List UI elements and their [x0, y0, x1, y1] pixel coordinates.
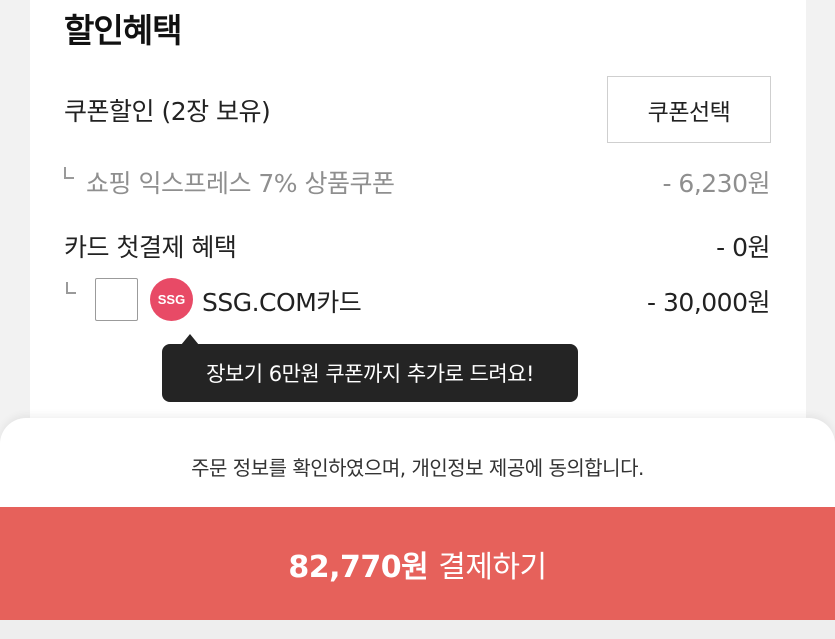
section-title: 할인혜택 [64, 11, 182, 50]
sub-item-corner-icon [64, 167, 74, 179]
promo-tooltip: 장보기 6만원 쿠폰까지 추가로 드려요! [162, 344, 578, 402]
card-benefit-label: 카드 첫결제 혜택 [64, 233, 237, 262]
ssg-card-checkbox[interactable] [95, 278, 138, 321]
pay-button[interactable]: 82,770원 결제하기 [0, 507, 835, 620]
bottom-strip [0, 620, 835, 639]
coupon-discount-label: 쿠폰할인 (2장 보유) [64, 97, 271, 126]
coupon-select-button[interactable]: 쿠폰선택 [607, 76, 771, 143]
ssg-card-amount: - 30,000원 [647, 288, 770, 317]
pay-label: 결제하기 [438, 549, 547, 585]
card-benefit-amount: - 0원 [716, 233, 770, 262]
applied-coupon-amount: - 6,230원 [662, 169, 770, 198]
applied-coupon-name: 쇼핑 익스프레스 7% 상품쿠폰 [86, 169, 395, 198]
sub-item-corner-icon [66, 282, 76, 294]
ssg-card-name: SSG.COM카드 [202, 288, 362, 317]
agreement-text: 주문 정보를 확인하였으며, 개인정보 제공에 동의합니다. [191, 456, 644, 480]
pay-amount: 82,770원 [288, 549, 429, 585]
ssg-logo-icon: SSG [150, 278, 193, 321]
